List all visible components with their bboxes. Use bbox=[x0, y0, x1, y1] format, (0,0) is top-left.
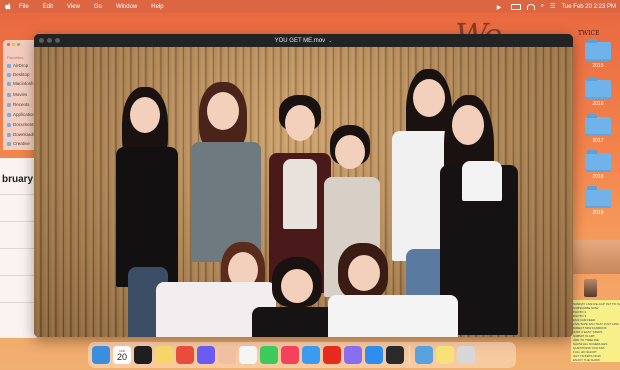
calendar-icon[interactable]: FEB 20 bbox=[113, 346, 131, 364]
music-icon[interactable] bbox=[281, 346, 299, 364]
folder-icon bbox=[585, 150, 611, 172]
calendar-cell[interactable] bbox=[0, 275, 36, 303]
finder-item-label: Creative bbox=[13, 141, 30, 146]
documents-icon bbox=[7, 122, 11, 127]
stickies-icon[interactable] bbox=[436, 346, 454, 364]
note-line: ENJOY THE SHOW bbox=[573, 358, 600, 362]
safari-icon[interactable] bbox=[302, 346, 320, 364]
downloads-icon bbox=[7, 132, 11, 137]
calendar-cell[interactable] bbox=[0, 194, 36, 222]
camera-icon[interactable] bbox=[386, 346, 404, 364]
applications-icon bbox=[7, 112, 11, 117]
finder-sidebar-item[interactable]: Documents bbox=[7, 122, 36, 127]
calendar-cell[interactable] bbox=[0, 221, 36, 249]
stickies-note[interactable]: SUNDAY LIVE RE-CAP YET TO SAY SUBSCRIBE N… bbox=[571, 300, 620, 362]
desktop-folder[interactable]: 2016 bbox=[585, 77, 611, 107]
youtube-icon[interactable] bbox=[323, 346, 341, 364]
finder-item-label: Movies bbox=[13, 92, 28, 97]
calendar-cell[interactable] bbox=[0, 302, 36, 330]
finder-item-label: Recents bbox=[13, 102, 30, 107]
window-controls bbox=[39, 38, 60, 43]
arc-icon[interactable] bbox=[197, 346, 215, 364]
finder-sidebar-item[interactable]: Movies bbox=[7, 92, 27, 97]
finder-sidebar-item[interactable]: Applications bbox=[7, 112, 37, 117]
menu-go[interactable]: Go bbox=[94, 4, 102, 10]
control-center-icon[interactable]: ☰ bbox=[550, 3, 555, 10]
finder-sidebar-item[interactable]: Macintosh bbox=[7, 81, 34, 86]
menu-edit[interactable]: Edit bbox=[43, 4, 53, 10]
disk-icon bbox=[7, 81, 11, 86]
word-icon[interactable] bbox=[239, 346, 257, 364]
avatar bbox=[584, 279, 597, 297]
folder-label: 2018 bbox=[592, 174, 604, 180]
folder-icon bbox=[585, 114, 611, 136]
dock-separator bbox=[409, 346, 410, 364]
folder-icon bbox=[585, 39, 611, 61]
apple-icon[interactable] bbox=[5, 3, 11, 10]
folder-label: 2016 bbox=[592, 101, 604, 107]
folder-icon[interactable] bbox=[415, 346, 433, 364]
finder-item-label: Downloads bbox=[13, 132, 36, 137]
play-status-icon[interactable]: ▶ bbox=[497, 4, 505, 11]
finder-item-label: AirDrop bbox=[13, 63, 29, 68]
desktop-folder[interactable]: 2018 bbox=[585, 150, 611, 180]
siri-icon[interactable] bbox=[344, 346, 362, 364]
finder-sidebar-item[interactable]: Desktop bbox=[7, 72, 30, 77]
movies-icon bbox=[7, 92, 11, 97]
folder-icon bbox=[585, 186, 611, 208]
folder-icon bbox=[585, 77, 611, 99]
menu-file[interactable]: File bbox=[19, 4, 29, 10]
finder-item-label: Documents bbox=[13, 122, 36, 127]
menu-clock[interactable]: Tue Feb 20 2:23 PM bbox=[562, 4, 616, 10]
chevron-down-icon[interactable]: ⌄ bbox=[328, 38, 332, 44]
video-title: YOU GET ME.mov bbox=[274, 37, 326, 44]
airdrop-icon bbox=[7, 63, 11, 68]
finder-sidebar-item[interactable]: Creative bbox=[7, 141, 30, 146]
finder-item-label: Macintosh bbox=[13, 81, 34, 86]
calendar-month-title: bruary bbox=[2, 174, 34, 185]
desktop-folder[interactable]: 2019 bbox=[585, 186, 611, 216]
minimize-button[interactable] bbox=[47, 38, 52, 43]
battery-icon[interactable] bbox=[510, 3, 521, 10]
capcut-icon[interactable] bbox=[134, 346, 152, 364]
video-frame[interactable] bbox=[34, 47, 573, 337]
calendar-cell[interactable] bbox=[0, 248, 36, 276]
trash-icon[interactable] bbox=[457, 346, 475, 364]
finder-sidebar-item[interactable]: AirDrop bbox=[7, 63, 28, 68]
recents-icon bbox=[7, 102, 11, 107]
video-title-bar[interactable]: YOU GET ME.mov ⌄ bbox=[34, 34, 573, 47]
menu-help[interactable]: Help bbox=[151, 4, 163, 10]
desktop-folder[interactable]: 2017 bbox=[585, 114, 611, 144]
menu-view[interactable]: View bbox=[67, 4, 80, 10]
finder-sidebar-item[interactable]: Downloads bbox=[7, 132, 35, 137]
finder-sidebar-item[interactable]: Recents bbox=[7, 102, 30, 107]
video-player-window: YOU GET ME.mov ⌄ bbox=[34, 34, 573, 337]
folder-label: 2017 bbox=[592, 138, 604, 144]
desktop-icon bbox=[7, 72, 11, 77]
wallpaper-tag: TWICE bbox=[578, 30, 600, 37]
menu-bar: File Edit View Go Window Help ▶ ⌕ ☰ Tue … bbox=[0, 0, 620, 13]
wifi-icon[interactable] bbox=[526, 3, 535, 10]
calendar-day-label: 20 bbox=[116, 351, 127, 362]
finder-icon[interactable] bbox=[92, 346, 110, 364]
folder-label: 2019 bbox=[592, 210, 604, 216]
folder-label: 2015 bbox=[592, 63, 604, 69]
creative-icon bbox=[7, 141, 11, 146]
calendar-window: bruary bbox=[0, 158, 37, 338]
appstore-icon[interactable] bbox=[365, 346, 383, 364]
finder-item-label: Desktop bbox=[13, 72, 30, 77]
photos-icon[interactable] bbox=[218, 346, 236, 364]
zoom-button[interactable] bbox=[55, 38, 60, 43]
close-button[interactable] bbox=[39, 38, 44, 43]
desktop-folder[interactable]: 2015 bbox=[585, 39, 611, 69]
status-area: ▶ ⌕ ☰ Tue Feb 20 2:23 PM bbox=[491, 0, 616, 13]
notes-icon[interactable] bbox=[155, 346, 173, 364]
chrome-icon[interactable] bbox=[176, 346, 194, 364]
finder-sidebar-header: Favorites bbox=[7, 55, 24, 60]
facetime-icon[interactable] bbox=[260, 346, 278, 364]
finder-traffic-lights[interactable] bbox=[7, 43, 20, 46]
menu-window[interactable]: Window bbox=[116, 4, 137, 10]
dock: FEB 20 bbox=[88, 342, 516, 368]
search-icon[interactable]: ⌕ bbox=[541, 3, 544, 10]
